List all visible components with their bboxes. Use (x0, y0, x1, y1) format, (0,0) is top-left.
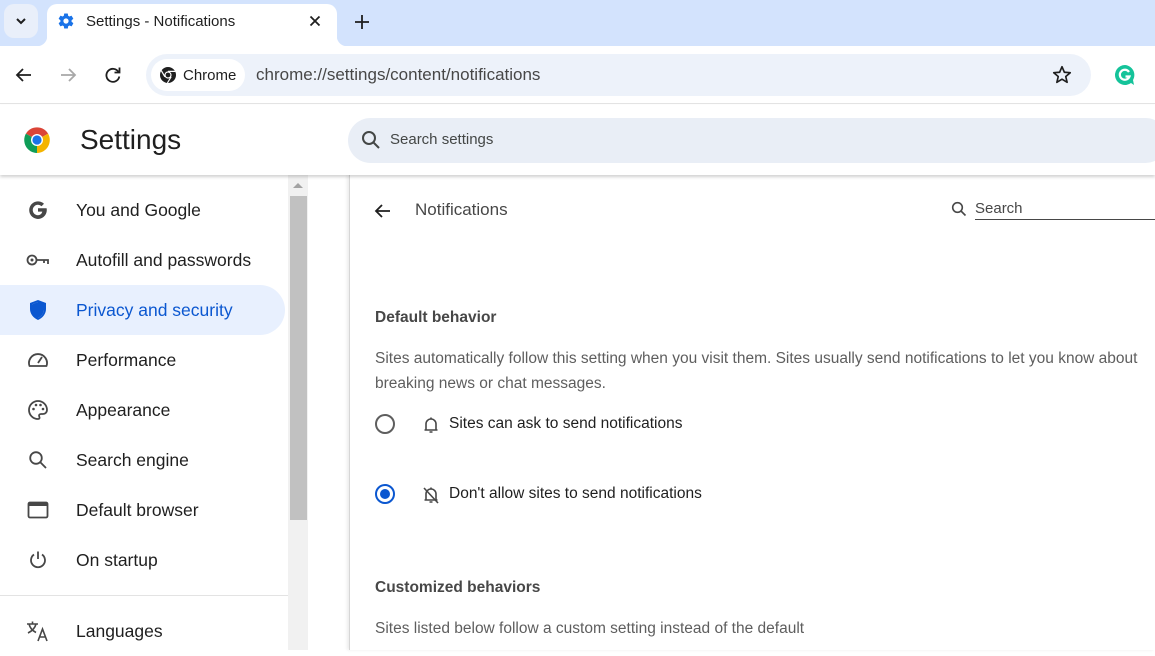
settings-title: Settings (80, 124, 182, 155)
search-settings-input[interactable]: Search settings (348, 118, 1155, 163)
sidebar-scrollbar[interactable] (288, 175, 308, 650)
sidebar-item-label: Privacy and security (76, 299, 233, 320)
option-label: Sites can ask to send notifications (449, 415, 683, 432)
chip-label: Chrome (183, 66, 237, 84)
chrome-icon (160, 67, 176, 84)
close-tab-button[interactable] (305, 11, 325, 31)
default-behavior-heading: Default behavior (375, 309, 497, 326)
sidebar-divider (0, 595, 288, 596)
tab-strip: Settings - Notifications (0, 0, 1155, 46)
reload-button[interactable] (100, 62, 126, 88)
settings-sidebar: You and Google Autofill and passwords Pr… (0, 175, 288, 650)
search-settings-placeholder: Search settings (390, 131, 494, 148)
sidebar-item-label: Default browser (76, 499, 199, 520)
default-behavior-description: Sites automatically follow this setting … (375, 350, 1138, 392)
power-icon (26, 548, 50, 572)
customized-behaviors-description: Sites listed below follow a custom setti… (375, 620, 805, 637)
arrow-right-icon (61, 68, 77, 82)
sidebar-item-default-browser[interactable]: Default browser (0, 485, 285, 535)
browser-toolbar: Chrome chrome://settings/content/notific… (0, 46, 1155, 104)
address-bar[interactable]: Chrome chrome://settings/content/notific… (146, 54, 1091, 96)
bell-icon (424, 417, 438, 433)
sidebar-item-privacy-and-security[interactable]: Privacy and security (0, 285, 285, 335)
sidebar-item-performance[interactable]: Performance (0, 335, 285, 385)
key-icon (26, 248, 50, 272)
chevron-down-icon (16, 18, 26, 25)
plus-icon (355, 15, 369, 29)
radio-button[interactable] (375, 414, 395, 434)
customized-behaviors-heading: Customized behaviors (375, 579, 541, 596)
sidebar-item-autofill-and-passwords[interactable]: Autofill and passwords (0, 235, 285, 285)
google-g-icon (26, 198, 50, 222)
option-label: Don't allow sites to send notifications (449, 485, 702, 502)
close-icon (309, 15, 321, 27)
tab-title: Settings - Notifications (86, 13, 236, 30)
sidebar-item-label: Languages (76, 620, 163, 641)
arrow-left-icon (15, 68, 31, 82)
settings-header: Settings Search settings (0, 105, 1155, 175)
search-underline (975, 219, 1155, 220)
search-icon (26, 448, 50, 472)
scrollbar-thumb[interactable] (290, 196, 307, 520)
forward-button[interactable] (55, 62, 81, 88)
site-info-chip[interactable]: Chrome (151, 59, 245, 91)
search-icon (951, 201, 967, 217)
search-icon (362, 131, 380, 149)
sidebar-item-appearance[interactable]: Appearance (0, 385, 285, 435)
sidebar-item-label: Autofill and passwords (76, 249, 252, 270)
sidebar-item-label: On startup (76, 549, 158, 570)
translate-icon (26, 619, 50, 643)
search-notifications-input[interactable]: Search (950, 198, 1155, 222)
back-button[interactable] (11, 62, 37, 88)
bell-off-icon (423, 487, 439, 504)
tab-list-button[interactable] (4, 4, 38, 38)
scroll-up-arrow-icon[interactable] (293, 183, 303, 188)
star-icon[interactable] (1051, 64, 1073, 86)
browser-tab[interactable]: Settings - Notifications (37, 4, 347, 46)
radio-button-selected[interactable] (375, 484, 395, 504)
sidebar-item-label: Appearance (76, 399, 171, 420)
sidebar-item-languages[interactable]: Languages (0, 606, 285, 656)
speedometer-icon (26, 348, 50, 372)
sidebar-item-search-engine[interactable]: Search engine (0, 435, 285, 485)
palette-icon (26, 398, 50, 422)
sidebar-item-on-startup[interactable]: On startup (0, 535, 285, 585)
page-title: Notifications (415, 200, 508, 219)
new-tab-button[interactable] (350, 10, 374, 34)
shield-icon (26, 298, 50, 322)
sidebar-item-label: Search engine (76, 449, 189, 470)
browser-window-icon (26, 498, 50, 522)
search-placeholder: Search (975, 200, 1023, 217)
radio-option-sites-can-ask[interactable]: Sites can ask to send notifications (374, 413, 874, 437)
radio-option-dont-allow[interactable]: Don't allow sites to send notifications (374, 483, 874, 507)
gear-icon (58, 13, 74, 29)
url-text[interactable]: chrome://settings/content/notifications (256, 65, 540, 85)
chrome-logo-icon (24, 127, 50, 153)
sidebar-item-label: Performance (76, 349, 177, 370)
sidebar-item-label: You and Google (76, 199, 201, 220)
arrow-left-icon (374, 204, 390, 218)
sidebar-item-you-and-google[interactable]: You and Google (0, 185, 285, 235)
back-to-site-settings-button[interactable] (371, 199, 395, 223)
grammarly-icon[interactable] (1114, 64, 1136, 86)
reload-icon (105, 67, 121, 83)
